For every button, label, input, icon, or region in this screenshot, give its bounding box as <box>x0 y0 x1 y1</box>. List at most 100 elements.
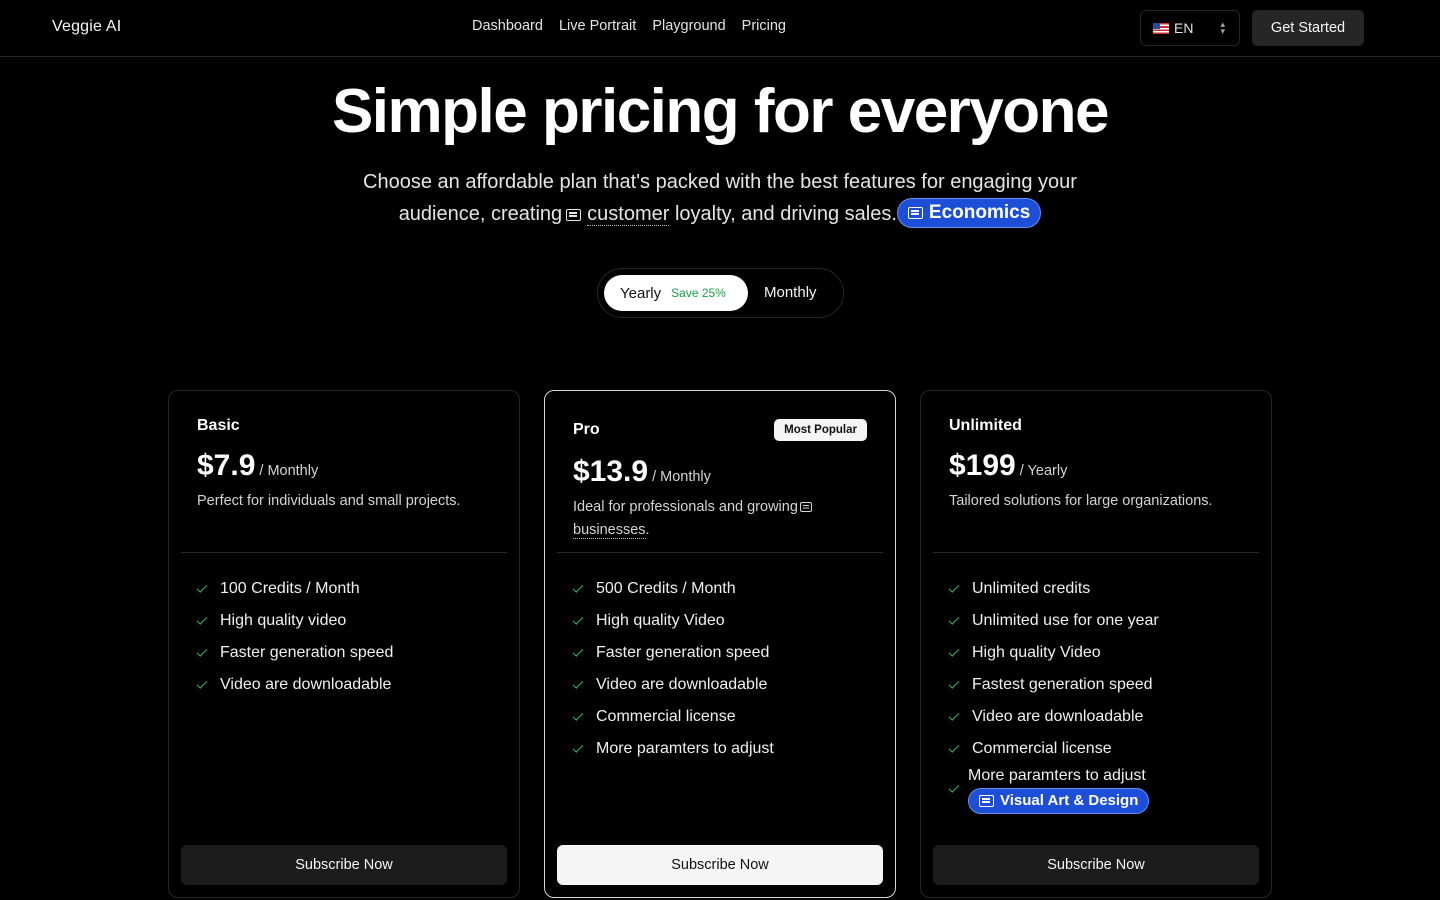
check-icon <box>196 582 208 593</box>
feature-item: High quality Video <box>572 605 774 637</box>
feature-item: High quality video <box>196 605 393 637</box>
brand-logo[interactable]: Veggie AI <box>52 18 121 36</box>
price-period: / Monthly <box>652 469 711 485</box>
newspaper-icon <box>566 209 582 221</box>
glossary-term-customer[interactable]: customer <box>587 203 670 226</box>
feature-label: Faster generation speed <box>220 644 394 661</box>
price-value: $7.9 <box>197 449 256 482</box>
feature-label: Video are downloadable <box>972 708 1144 725</box>
language-label: EN <box>1174 20 1194 36</box>
plan-card-pro: Pro Most Popular $13.9/ Monthly Ideal fo… <box>544 390 896 898</box>
check-icon <box>948 678 960 689</box>
check-icon <box>196 646 208 657</box>
plan-price: $199/ Yearly <box>949 449 1067 483</box>
get-started-button[interactable]: Get Started <box>1252 10 1364 46</box>
us-flag-icon <box>1153 22 1169 34</box>
feature-item: Video are downloadable <box>572 669 774 701</box>
feature-label: High quality Video <box>596 612 725 629</box>
plan-description: Ideal for professionals and growing busi… <box>573 496 863 542</box>
feature-label: 100 Credits / Month <box>220 580 360 597</box>
feature-item: More paramters to adjust <box>572 733 774 765</box>
yearly-label: Yearly <box>620 284 662 302</box>
check-icon <box>572 710 584 721</box>
feature-item: Video are downloadable <box>196 669 393 701</box>
feature-item: Fastest generation speed <box>948 669 1159 701</box>
page-subtitle: Choose an affordable plan that's packed … <box>340 166 1100 230</box>
check-icon <box>572 646 584 657</box>
check-icon <box>948 782 960 793</box>
feature-item: Commercial license <box>572 701 774 733</box>
feature-item: 100 Credits / Month <box>196 573 393 605</box>
feature-list: Unlimited credits Unlimited use for one … <box>948 573 1159 814</box>
feature-item: More paramters to adjust Visual Art & De… <box>948 764 1159 814</box>
price-period: / Monthly <box>259 463 319 479</box>
feature-item: Video are downloadable <box>948 701 1159 733</box>
card-divider <box>181 552 507 553</box>
subscribe-button-basic[interactable]: Subscribe Now <box>181 845 507 885</box>
newspaper-icon <box>907 207 923 219</box>
check-icon <box>572 614 584 625</box>
description-end: . <box>645 522 650 538</box>
plan-card-basic: Basic $7.9/ Monthly Perfect for individu… <box>168 390 520 898</box>
billing-toggle: Yearly Save 25% Monthly <box>597 268 844 318</box>
feature-item: Commercial license <box>948 733 1159 765</box>
plan-name: Basic <box>197 417 240 434</box>
main-nav: Dashboard Live Portrait Playground Prici… <box>472 18 786 34</box>
nav-live-portrait[interactable]: Live Portrait <box>559 18 636 34</box>
topic-pill-label: Economics <box>928 202 1031 223</box>
check-icon <box>572 678 584 689</box>
newspaper-icon <box>979 795 994 807</box>
price-value: $199 <box>949 449 1016 482</box>
feature-label: Video are downloadable <box>220 676 392 693</box>
price-value: $13.9 <box>573 455 649 488</box>
check-icon <box>948 582 960 593</box>
description-text: Ideal for professionals and growing <box>573 499 798 515</box>
nav-playground[interactable]: Playground <box>652 18 725 34</box>
feature-label: High quality video <box>220 612 347 629</box>
topic-pill-economics[interactable]: Economics <box>896 198 1042 228</box>
feature-label: More paramters to adjust <box>596 740 774 757</box>
nav-dashboard[interactable]: Dashboard <box>472 18 543 34</box>
subscribe-button-unlimited[interactable]: Subscribe Now <box>933 845 1259 885</box>
feature-list: 500 Credits / Month High quality Video F… <box>572 573 774 765</box>
feature-with-pill: More paramters to adjust Visual Art & De… <box>968 764 1150 814</box>
top-navbar: Veggie AI Dashboard Live Portrait Playgr… <box>0 0 1440 57</box>
plan-name: Unlimited <box>949 417 1022 434</box>
check-icon <box>196 614 208 625</box>
feature-item: Unlimited use for one year <box>948 605 1159 637</box>
feature-item: Faster generation speed <box>572 637 774 669</box>
plan-price: $7.9/ Monthly <box>197 449 318 483</box>
check-icon <box>948 614 960 625</box>
feature-label: Commercial license <box>596 708 736 725</box>
feature-item: Faster generation speed <box>196 637 394 669</box>
feature-label: Faster generation speed <box>596 644 770 661</box>
plan-price: $13.9/ Monthly <box>573 455 711 489</box>
nav-pricing[interactable]: Pricing <box>742 18 786 34</box>
glossary-term-businesses[interactable]: businesses <box>573 522 646 539</box>
check-icon <box>948 710 960 721</box>
billing-monthly-option[interactable]: Monthly <box>764 284 817 301</box>
subscribe-button-pro[interactable]: Subscribe Now <box>557 845 883 885</box>
check-icon <box>572 582 584 593</box>
feature-label: Unlimited use for one year <box>972 612 1159 629</box>
topic-pill-label: Visual Art & Design <box>1000 792 1139 809</box>
feature-item: Unlimited credits <box>948 573 1159 605</box>
plan-description: Perfect for individuals and small projec… <box>197 493 461 509</box>
feature-item: 500 Credits / Month <box>572 573 774 605</box>
card-divider <box>933 552 1259 553</box>
plan-name: Pro <box>573 421 600 438</box>
feature-label: Fastest generation speed <box>972 676 1153 693</box>
check-icon <box>196 678 208 689</box>
check-icon <box>572 742 584 753</box>
plan-description: Tailored solutions for large organizatio… <box>949 493 1213 509</box>
language-select[interactable]: EN ▴ ▾ <box>1140 10 1240 46</box>
price-period: / Yearly <box>1019 463 1068 479</box>
feature-label: Unlimited credits <box>972 580 1091 597</box>
subtitle-text-end: loyalty, and driving sales. <box>674 203 897 225</box>
feature-label: Video are downloadable <box>596 676 768 693</box>
check-icon <box>948 646 960 657</box>
topic-pill-visual-art[interactable]: Visual Art & Design <box>968 788 1150 814</box>
check-icon <box>948 742 960 753</box>
billing-yearly-option[interactable]: Yearly Save 25% <box>604 275 748 311</box>
feature-label: 500 Credits / Month <box>596 580 736 597</box>
